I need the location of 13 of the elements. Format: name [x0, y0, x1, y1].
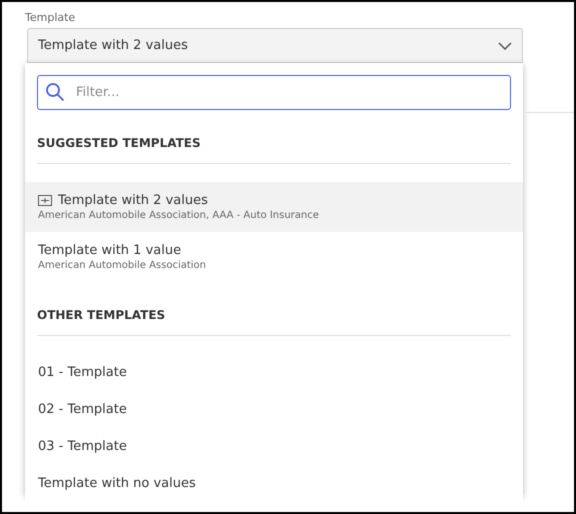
section-heading: OTHER TEMPLATES — [37, 308, 166, 322]
section-heading: SUGGESTED TEMPLATES — [37, 136, 201, 150]
field-label: Template — [25, 10, 76, 26]
chevron-down-icon — [498, 42, 512, 50]
template-select[interactable]: Template with 2 values — [27, 28, 523, 63]
template-option[interactable]: 01 - Template — [25, 354, 523, 391]
template-option[interactable]: 02 - Template — [25, 391, 523, 428]
template-option[interactable]: Template with 1 value American Automobile Association — [25, 232, 523, 282]
template-option[interactable]: 03 - Template — [25, 428, 523, 465]
filter-field[interactable]: Filter... — [37, 75, 511, 110]
search-icon — [45, 82, 65, 102]
template-option[interactable]: Template with 2 values American Automobile Association, AAA - Auto Insurance — [25, 182, 523, 232]
check-box-icon — [38, 195, 52, 206]
